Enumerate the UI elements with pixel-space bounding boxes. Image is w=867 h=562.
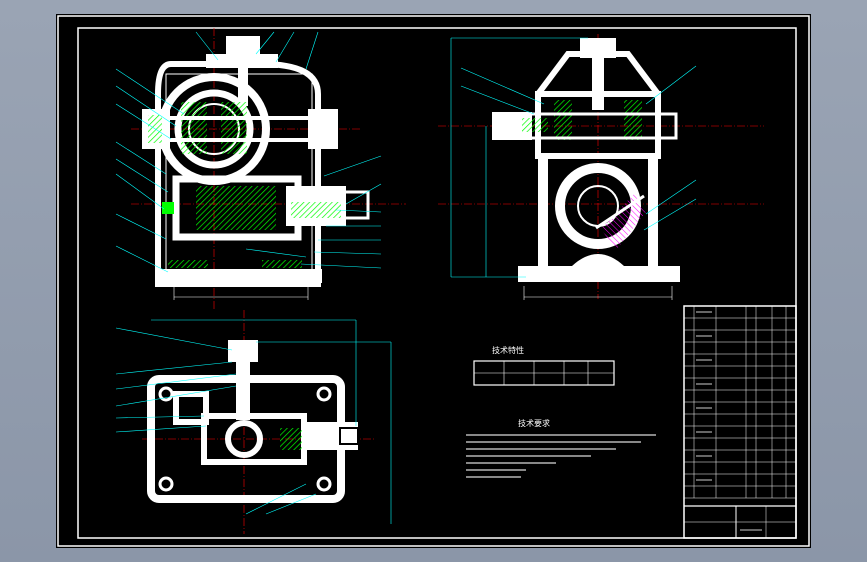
side-view: [438, 34, 764, 300]
drawing-sheet: 技术特性 技术要求: [56, 14, 811, 548]
tech-requirements-block: 技术要求: [466, 418, 656, 478]
tech-requirements-title: 技术要求: [518, 418, 550, 428]
tech-spec-title: 技术特性: [492, 345, 524, 355]
title-block: [683, 305, 797, 539]
front-view: [115, 28, 406, 309]
tech-spec-block: 技术特性: [473, 345, 615, 386]
top-view: [115, 310, 392, 534]
cad-drawing: 技术特性 技术要求: [57, 15, 810, 547]
